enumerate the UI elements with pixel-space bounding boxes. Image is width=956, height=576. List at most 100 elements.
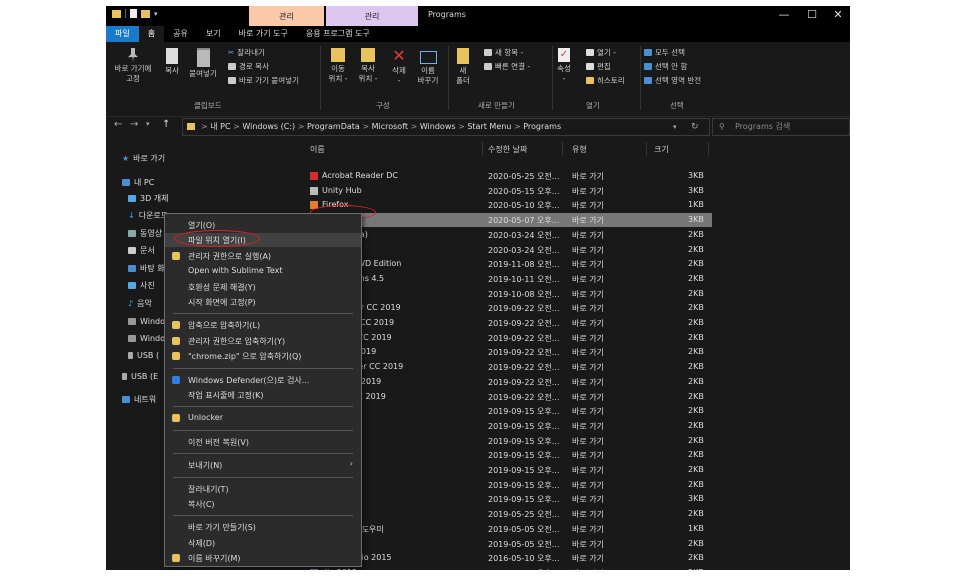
chevron-down-icon[interactable]: ▾ <box>154 10 158 18</box>
easy-access-button[interactable]: 빠른 연결 - <box>484 61 530 72</box>
menu-item[interactable]: 시작 화면에 고정(P) <box>165 295 361 309</box>
nav-network[interactable]: 네트워 <box>122 394 156 405</box>
menu-item[interactable]: "chrome.zip" 으로 압축하기(Q) <box>165 349 361 363</box>
minimize-button[interactable]: — <box>772 8 796 21</box>
table-row[interactable]: 2019-09-15 오후... 바로 가기 2KB <box>302 478 712 492</box>
menu-item[interactable]: 바로 가기 만들기(S) <box>165 520 361 534</box>
column-divider[interactable] <box>482 142 483 156</box>
table-row[interactable]: 2019-09-15 오후... 바로 가기 2KB <box>302 448 712 462</box>
table-row[interactable]: 2019-05-05 오전... 바로 가기 2KB <box>302 537 712 551</box>
tab-view[interactable]: 보기 <box>197 26 230 42</box>
menu-item[interactable]: 보내기(N) › <box>165 458 361 472</box>
column-divider[interactable] <box>562 142 563 156</box>
menu-item[interactable]: 호환성 문제 해결(Y) <box>165 280 361 294</box>
back-arrow-icon[interactable]: ← <box>114 119 122 130</box>
breadcrumb-item[interactable]: ProgramData <box>307 122 360 131</box>
open-button[interactable]: 열기 - <box>586 47 616 58</box>
table-row[interactable]: 2019-09-15 오후... 바로 가기 2KB <box>302 463 712 477</box>
menu-item[interactable]: Windows Defender(으)로 검사... <box>165 373 361 387</box>
properties-icon[interactable] <box>130 9 137 18</box>
table-row[interactable]: r Effects CC 20192019-09-22 오전...바로 가기2K… <box>302 331 712 345</box>
nav-this-pc[interactable]: 내 PC <box>122 177 154 188</box>
column-header-size[interactable]: 크기 <box>654 144 669 155</box>
nav-windows-drive-2[interactable]: Windo <box>128 334 165 343</box>
table-row[interactable]: 2019-09-15 오후... 바로 가기 2KB <box>302 434 712 448</box>
tab-manage-shortcut[interactable]: 관리 <box>249 6 324 26</box>
copy-to-button[interactable]: 복사 위치 - <box>354 48 382 84</box>
table-row[interactable]: isual Studio 20152016-05-10 오후...바로 가기2K… <box>302 551 712 565</box>
menu-item[interactable]: 잘라내기(T) <box>165 482 361 496</box>
delete-button[interactable]: ✕ 삭제 - <box>386 48 412 86</box>
menu-item[interactable]: 압축으로 압축하기(L) <box>165 318 361 332</box>
breadcrumb-item[interactable]: 내 PC <box>210 122 230 131</box>
new-folder-button[interactable]: 새 폴더 <box>452 48 474 86</box>
table-row[interactable]: lia Encoder CC 2019 2019-09-22 오전... 바로 가기… <box>302 360 712 374</box>
table-row[interactable]: amweaver CC 20192019-09-22 오전...바로 가기2KB <box>302 301 712 315</box>
refresh-icon[interactable]: ↻ <box>691 119 699 135</box>
table-row[interactable]: e CC (Beta)2020-03-24 오전...바로 가기2KB <box>302 228 712 242</box>
tab-home[interactable]: 홈 <box>138 26 165 42</box>
menu-item[interactable]: 열기(O) <box>165 218 361 232</box>
select-none-button[interactable]: 선택 안 함 <box>644 61 687 72</box>
menu-item[interactable]: 복사(C) <box>165 497 361 511</box>
tab-shortcut-tools[interactable]: 바로 가기 도구 <box>230 26 297 42</box>
table-row[interactable]: toshop CC 20192019-09-22 오전...바로 가기2KB <box>302 390 712 404</box>
nav-pictures[interactable]: 사진 <box>128 280 155 291</box>
maximize-button[interactable]: ☐ <box>800 8 824 21</box>
column-divider[interactable] <box>708 142 709 156</box>
breadcrumb-item[interactable]: Windows <box>420 122 456 131</box>
breadcrumb-item[interactable]: Programs <box>523 122 561 131</box>
table-row[interactable]: 2019-09-15 오후... 바로 가기 2KB <box>302 419 712 433</box>
table-row[interactable]: trator CC 20192019-09-22 오전...바로 가기2KB <box>302 375 712 389</box>
table-row[interactable]: t 32019-10-08 오전...바로 가기2KB <box>302 287 712 301</box>
table-row[interactable]: Acrobat Reader DC 2020-05-25 오전... 바로 가기 3K… <box>302 169 712 183</box>
chevron-down-icon[interactable]: ▾ <box>146 120 150 128</box>
nav-usb-drive[interactable]: USB ( <box>128 351 159 360</box>
breadcrumb-item[interactable]: Microsoft <box>372 122 408 131</box>
column-header-name[interactable]: 이름 <box>310 144 325 155</box>
search-input[interactable]: ⚲ Programs 검색 <box>712 118 850 136</box>
up-arrow-icon[interactable]: ↑ <box>162 119 170 130</box>
new-folder-icon[interactable] <box>141 9 150 18</box>
forward-arrow-icon[interactable]: → <box>130 119 138 130</box>
cut-button[interactable]: ✂ 잘라내기 <box>228 47 265 58</box>
column-header-type[interactable]: 유형 <box>572 144 587 155</box>
table-row[interactable]: ital Editions 4.52019-10-11 오전...바로 가기2K… <box>302 272 712 286</box>
history-button[interactable]: 히스토리 <box>586 75 625 86</box>
edit-button[interactable]: 편집 <box>586 61 611 72</box>
menu-item[interactable]: 이전 버전 복원(V) <box>165 435 361 449</box>
menu-item[interactable]: Unlocker <box>165 411 361 425</box>
copy-button[interactable]: 복사 <box>160 48 184 76</box>
nav-3d-objects[interactable]: 3D 개체 <box>128 193 169 204</box>
close-button[interactable]: ✕ <box>826 8 850 21</box>
table-row[interactable]: Unity Hub 2020-05-15 오후... 바로 가기 3KB <box>302 184 712 198</box>
pin-button[interactable]: 바로 가기에 고정 <box>110 48 156 84</box>
tab-file[interactable]: 파일 <box>106 26 139 42</box>
nav-usb-e[interactable]: USB (E <box>122 372 158 381</box>
select-all-button[interactable]: 모두 선택 <box>644 47 685 58</box>
new-item-button[interactable]: 새 항목 - <box>484 47 523 58</box>
nav-videos[interactable]: 동영상 <box>128 228 162 239</box>
paste-button[interactable]: 붙여넣기 <box>186 48 220 79</box>
move-to-button[interactable]: 이동 위치 - <box>324 48 352 84</box>
table-row[interactable]: ch2019-05-25 오전...바로 가기2KB <box>302 507 712 521</box>
menu-item[interactable]: Open with Sublime Text <box>165 264 361 278</box>
folder-icon[interactable] <box>112 9 121 18</box>
nav-downloads[interactable]: ↓ 다운로드 <box>128 210 168 221</box>
nav-documents[interactable]: 문서 <box>128 245 155 256</box>
address-bar[interactable]: > 내 PC > Windows (C:) > ProgramData > Mi… <box>182 118 710 136</box>
table-row[interactable]: e Image WD Edition2019-11-08 오전...바로 가기2… <box>302 257 712 271</box>
menu-item[interactable]: 이름 바꾸기(M) <box>165 551 361 565</box>
table-row[interactable]: niere Pro CC 20192019-09-22 오전...바로 가기2K… <box>302 316 712 330</box>
column-header-date[interactable]: 수정한 날짜 <box>488 144 527 155</box>
table-row[interactable]: tive Cloud2020-03-24 오전...바로 가기2KB <box>302 243 712 257</box>
table-row[interactable]: 0 업데이트 도우미2019-05-05 오전...바로 가기1KB <box>302 522 712 536</box>
menu-item[interactable]: 관리자 권한으로 압축하기(Y) <box>165 334 361 348</box>
column-divider[interactable] <box>646 142 647 156</box>
table-row[interactable]: 2019-09-15 오후... 바로 가기 2KB <box>302 404 712 418</box>
menu-item[interactable]: 관리자 권한으로 실행(A) <box>165 249 361 263</box>
nav-windows-drive[interactable]: Windo <box>128 317 165 326</box>
table-row[interactable]: ition CC 20192019-09-22 오전...바로 가기2KB <box>302 345 712 359</box>
nav-quick-access[interactable]: ★ 바로 가기 <box>122 153 165 164</box>
copy-path-button[interactable]: 경로 복사 <box>228 61 269 72</box>
